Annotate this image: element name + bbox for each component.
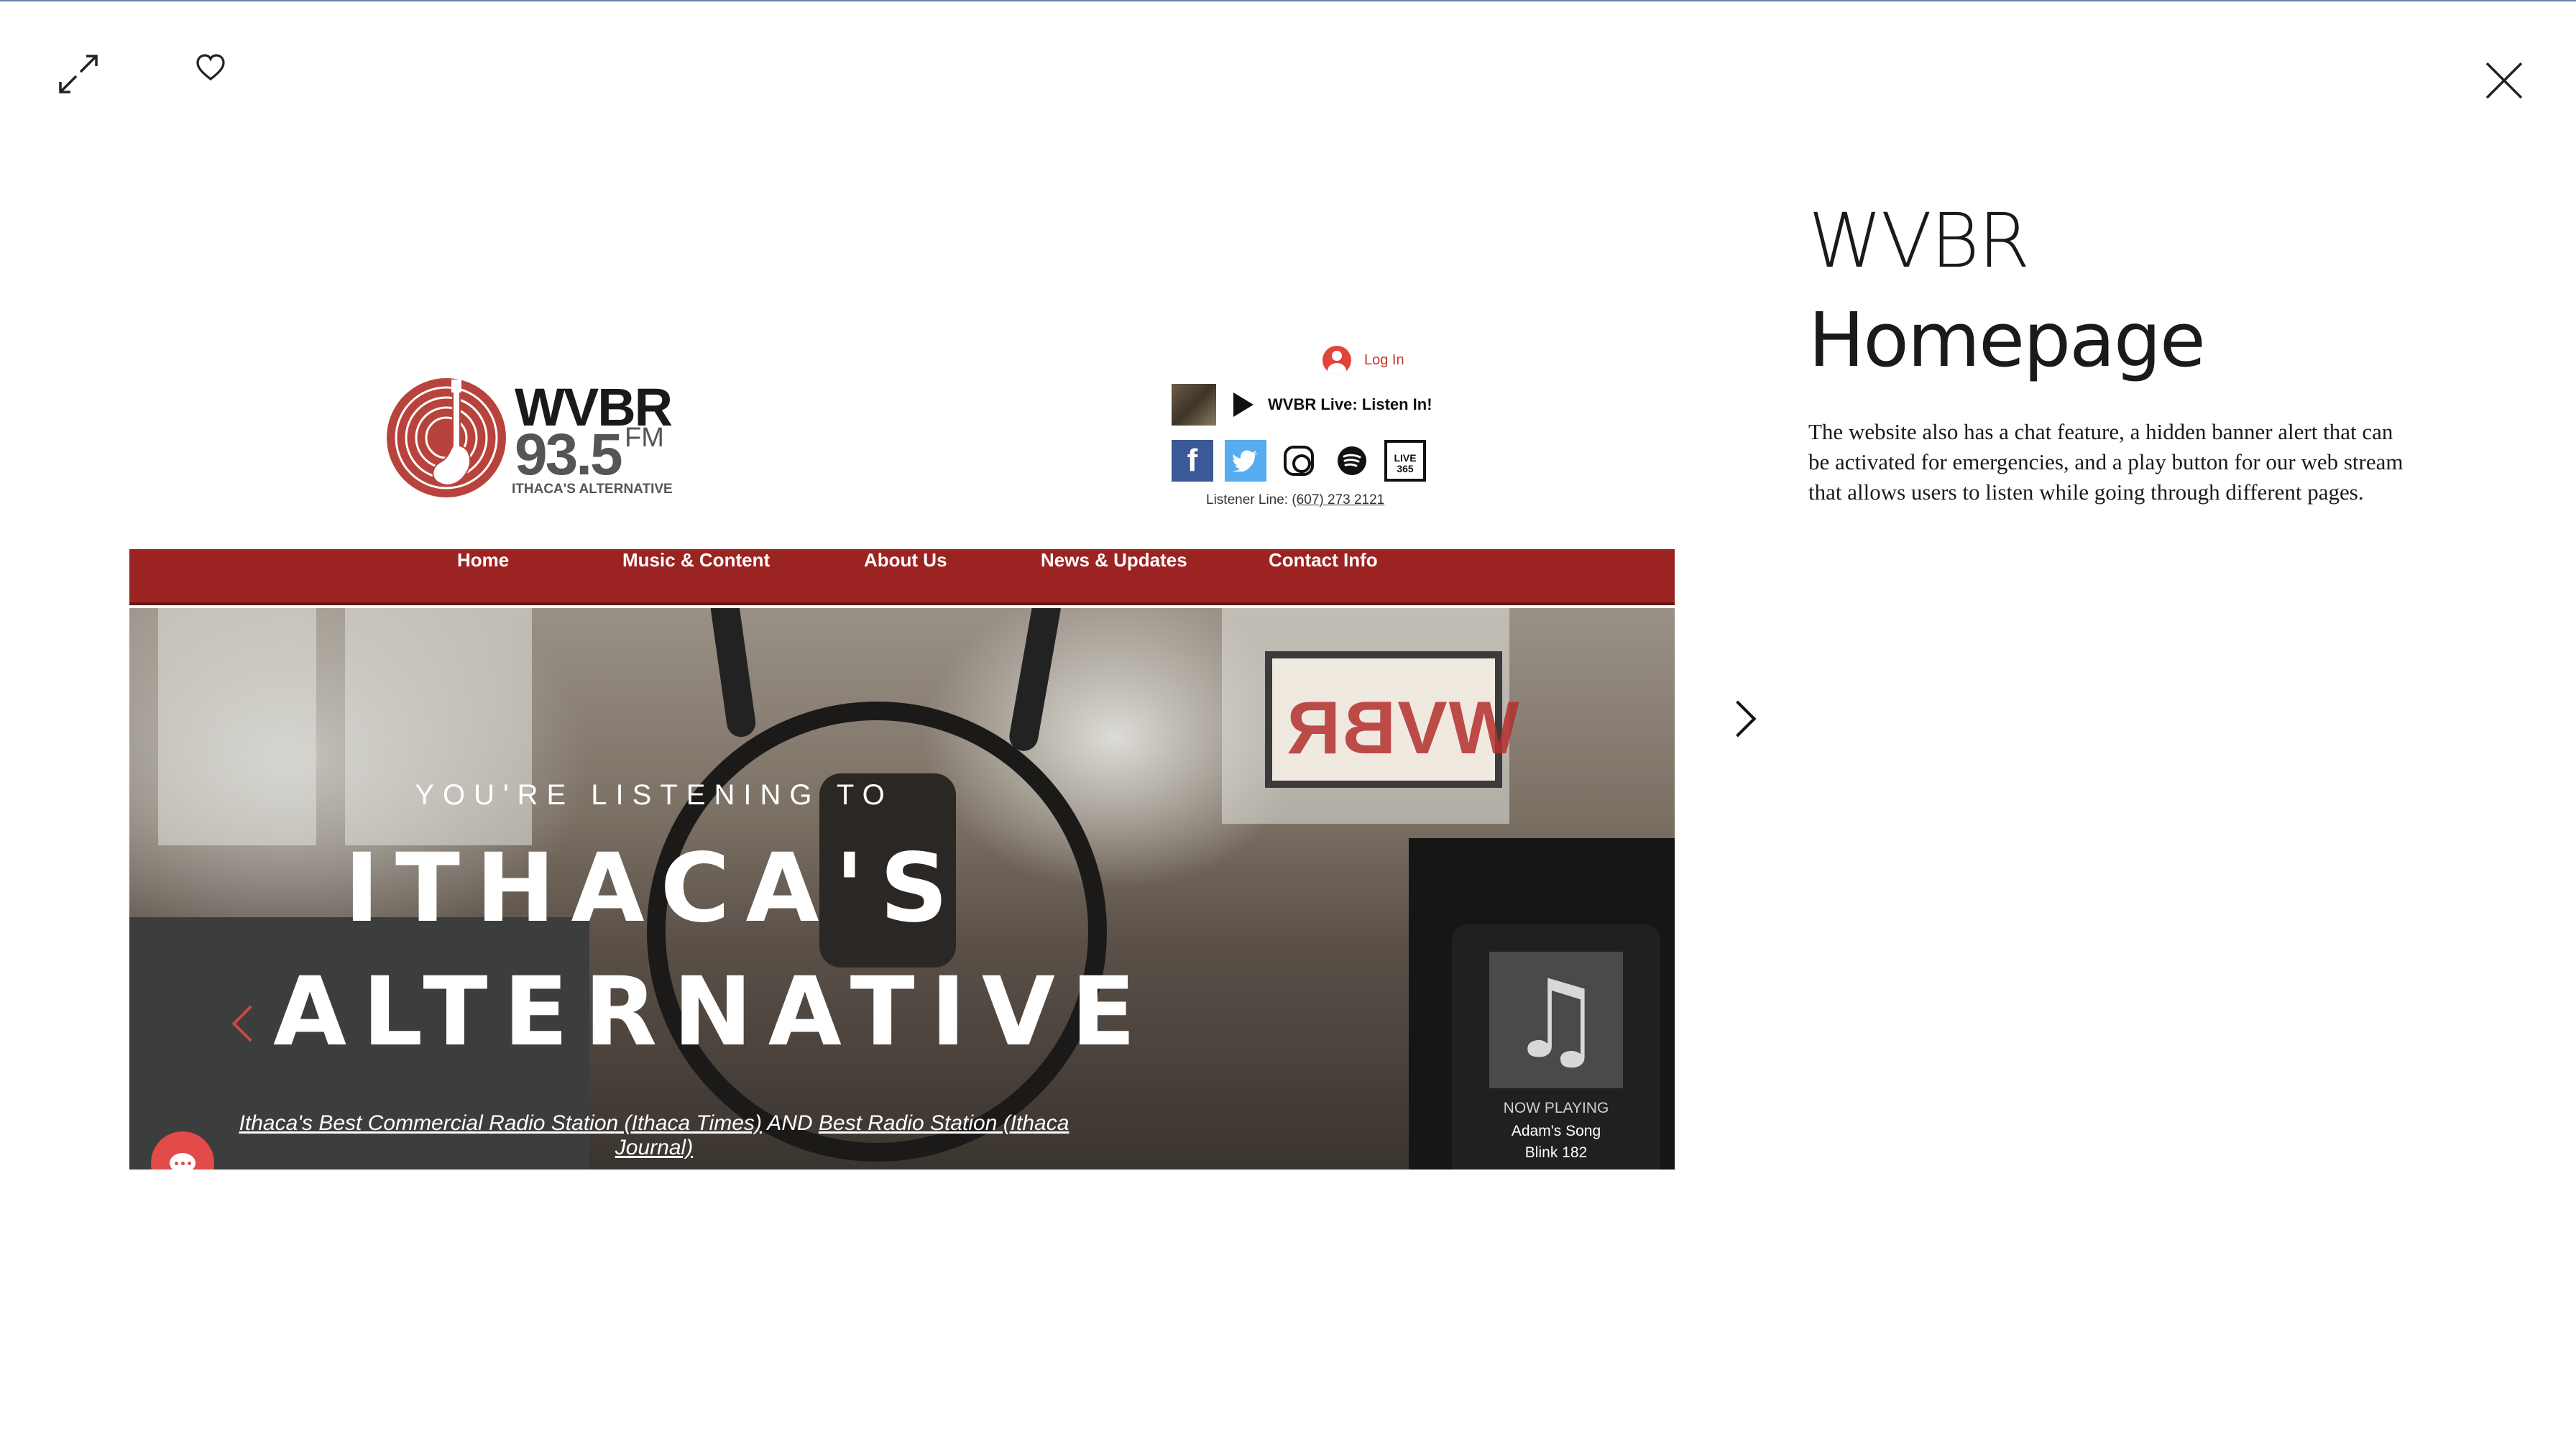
project-title-line2: Homepage <box>1808 296 2206 384</box>
heart-icon[interactable] <box>196 53 226 82</box>
mic-arm <box>1007 608 1063 753</box>
website-screenshot: WVBR 93.5 FM ITHACA'S ALTERNATIVE Log In… <box>129 339 1675 1170</box>
hero-banner: WVBR YOU'RE LISTENING TO ITHACA'S ALTERN… <box>129 608 1675 1170</box>
studio-sign-text: WVBR <box>1285 686 1519 770</box>
hero-headline-line2: ALTERNATIVE <box>273 957 1152 1067</box>
award-link-ithaca-times[interactable]: Ithaca's Best Commercial Radio Station (… <box>239 1111 762 1135</box>
hero-headline-line1: ITHACA'S <box>344 833 965 944</box>
live365-icon[interactable]: LIVE 365 <box>1384 440 1426 482</box>
nav-news-updates[interactable]: News & Updates <box>1041 549 1187 605</box>
studio-sign: WVBR <box>1265 651 1519 788</box>
site-logo[interactable]: WVBR 93.5 FM ITHACA'S ALTERNATIVE <box>385 377 673 505</box>
logo-tagline: ITHACA'S ALTERNATIVE <box>512 482 673 497</box>
live-stream-label: WVBR Live: Listen In! <box>1268 395 1432 413</box>
live-stream-player[interactable]: WVBR Live: Listen In! <box>1172 384 1432 426</box>
stream-thumbnail <box>1172 384 1216 426</box>
twitter-icon[interactable] <box>1225 440 1266 482</box>
music-note-icon: ♫ <box>1489 952 1623 1088</box>
project-title-line1: WVBR <box>1808 197 2030 285</box>
logo-frequency: 93.5 <box>515 422 623 487</box>
chevron-right-icon[interactable] <box>1719 700 1757 738</box>
expand-icon[interactable] <box>56 52 101 96</box>
instagram-icon[interactable] <box>1278 440 1320 482</box>
award-joiner: AND <box>767 1111 813 1135</box>
user-avatar-icon <box>1322 346 1351 375</box>
mic-arm <box>709 608 758 739</box>
lightbox: WVBR 93.5 FM ITHACA'S ALTERNATIVE Log In… <box>0 0 2576 1452</box>
nav-about-us[interactable]: About Us <box>864 549 947 605</box>
now-playing-label: NOW PLAYING <box>1503 1100 1609 1116</box>
login-button[interactable]: Log In <box>1322 344 1404 376</box>
hero-awards: Ithaca's Best Commercial Radio Station (… <box>237 1111 1071 1160</box>
nav-music-content[interactable]: Music & Content <box>622 549 770 605</box>
facebook-icon[interactable]: f <box>1172 440 1213 482</box>
close-icon[interactable] <box>2484 60 2524 101</box>
project-description: The website also has a chat feature, a h… <box>1808 419 2404 505</box>
listener-line: Listener Line: (607) 273 2121 <box>1206 492 1384 508</box>
listener-line-label: Listener Line: <box>1206 492 1289 507</box>
main-nav: Home Music & Content About Us News & Upd… <box>129 549 1675 605</box>
listener-line-number[interactable]: (607) 273 2121 <box>1292 492 1384 507</box>
logo-band: FM <box>625 423 664 453</box>
nav-contact-info[interactable]: Contact Info <box>1269 549 1378 605</box>
nav-home[interactable]: Home <box>457 549 509 605</box>
now-playing-song: Adam's Song <box>1511 1123 1601 1139</box>
hero-subtitle: YOU'RE LISTENING TO <box>415 779 893 811</box>
login-label: Log In <box>1364 351 1404 368</box>
now-playing-artist: Blink 182 <box>1524 1144 1588 1161</box>
now-playing-widget[interactable]: ♫ NOW PLAYING Adam's Song Blink 182 <box>1452 924 1660 1170</box>
play-icon[interactable] <box>1233 392 1254 417</box>
guitar-logo-icon <box>387 378 506 497</box>
chat-bubble-icon <box>170 1153 196 1170</box>
social-links: f LIVE 365 <box>1172 440 1426 482</box>
spotify-icon[interactable] <box>1331 440 1373 482</box>
